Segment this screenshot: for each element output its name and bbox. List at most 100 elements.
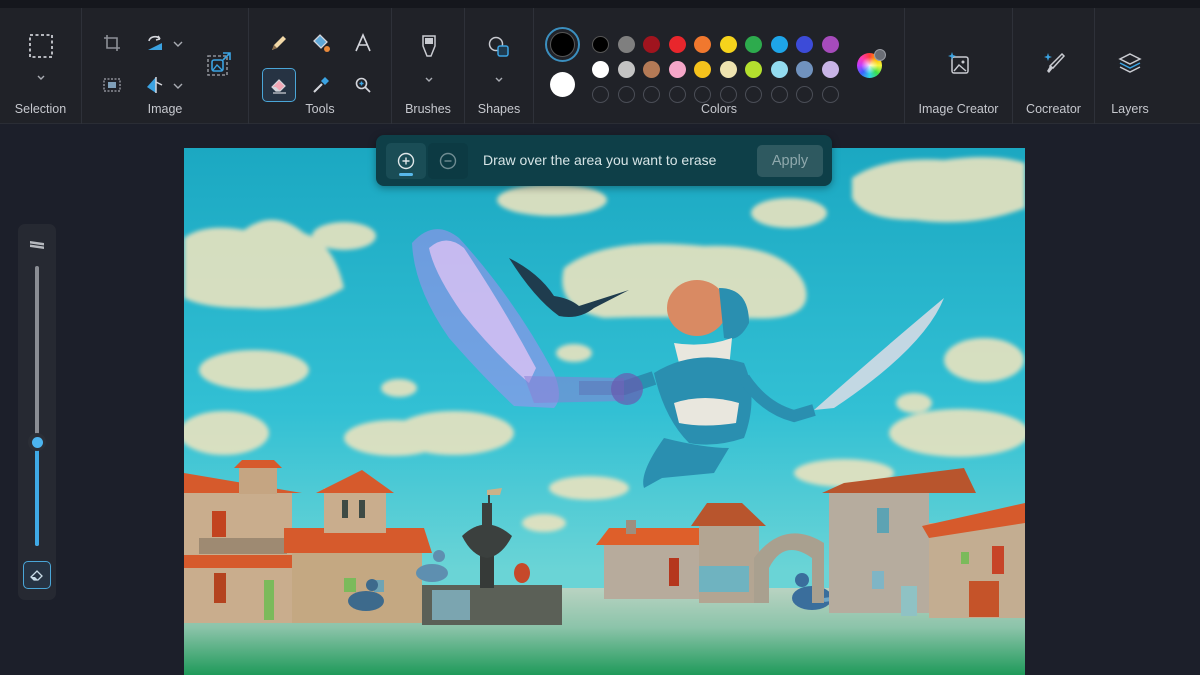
- color-swatch[interactable]: [770, 61, 788, 78]
- erase-instruction: Draw over the area you want to erase: [483, 152, 717, 168]
- chevron-down-icon: [495, 77, 503, 82]
- color-swatch[interactable]: [745, 36, 762, 53]
- flip-icon: [147, 77, 163, 93]
- color-swatch[interactable]: [719, 61, 737, 78]
- plus-circle-icon: [397, 152, 415, 170]
- color-swatch[interactable]: [796, 61, 813, 78]
- remove-area-button[interactable]: [428, 143, 468, 179]
- brush-size-slider[interactable]: [28, 266, 46, 546]
- image-sparkle-icon: [948, 52, 969, 74]
- custom-color-slot[interactable]: [719, 86, 737, 103]
- selection-button[interactable]: [24, 29, 58, 63]
- color-swatch[interactable]: [617, 36, 635, 53]
- magnifier-icon: [355, 77, 371, 93]
- resize-button[interactable]: [95, 68, 129, 102]
- custom-color-slot[interactable]: [770, 86, 788, 103]
- group-label-colors: Colors: [700, 102, 738, 116]
- remove-background-button[interactable]: [202, 47, 236, 81]
- dashed-rectangle-icon: [29, 34, 53, 58]
- rotate-dropdown[interactable]: [172, 38, 184, 50]
- custom-color-slot[interactable]: [796, 86, 813, 103]
- color-swatch[interactable]: [668, 61, 686, 78]
- shapes-dropdown[interactable]: [493, 74, 505, 86]
- group-label-layers: Layers: [1111, 102, 1149, 116]
- group-label-shapes: Shapes: [477, 102, 521, 116]
- brushes-dropdown[interactable]: [423, 74, 435, 86]
- crop-button[interactable]: [95, 26, 129, 60]
- color-swatch[interactable]: [821, 36, 839, 53]
- flip-dropdown[interactable]: [172, 80, 184, 92]
- resize-icon: [103, 78, 121, 92]
- primary-color[interactable]: [545, 27, 580, 62]
- custom-color-slot[interactable]: [745, 86, 762, 103]
- eraser-tool[interactable]: [262, 68, 296, 102]
- image-group: Image: [82, 8, 249, 124]
- remove-background-icon: [207, 52, 231, 76]
- flip-button[interactable]: [138, 68, 172, 102]
- cocreator-button[interactable]: [1037, 46, 1071, 80]
- rotate-icon: [148, 35, 162, 50]
- text-tool[interactable]: [346, 26, 380, 60]
- color-swatch[interactable]: [770, 36, 788, 53]
- pencil-tool[interactable]: [262, 26, 296, 60]
- layers-button[interactable]: [1113, 46, 1147, 80]
- color-swatch[interactable]: [745, 61, 762, 78]
- rotate-button[interactable]: [138, 26, 172, 60]
- pencil-icon: [272, 36, 286, 50]
- custom-color-slot[interactable]: [668, 86, 686, 103]
- chevron-down-icon: [173, 83, 183, 89]
- generative-erase-bar: Draw over the area you want to erase App…: [376, 135, 832, 186]
- apply-button[interactable]: Apply: [757, 145, 823, 177]
- canvas-image[interactable]: [184, 148, 1025, 675]
- magnifier-tool[interactable]: [346, 68, 380, 102]
- custom-color-slot[interactable]: [821, 86, 839, 103]
- color-swatch[interactable]: [694, 36, 711, 53]
- group-label-image: Image: [147, 102, 183, 116]
- fill-tool[interactable]: [304, 26, 338, 60]
- ribbon-toolbar: Selection Image Tools Brushes Shapes Col…: [0, 0, 1200, 124]
- group-label-tools: Tools: [305, 102, 335, 116]
- fill-bucket-icon: [313, 34, 330, 52]
- image-creator-button[interactable]: [942, 46, 976, 80]
- color-swatch[interactable]: [719, 36, 737, 53]
- tools-group: Tools: [249, 8, 392, 124]
- color-swatch[interactable]: [643, 36, 660, 53]
- active-mode-indicator: [399, 173, 413, 176]
- color-picker-tool[interactable]: [304, 68, 338, 102]
- shapes-icon: [488, 36, 509, 57]
- custom-color-slot[interactable]: [617, 86, 635, 103]
- minus-circle-icon: [439, 152, 457, 170]
- text-icon: [355, 33, 371, 52]
- slider-thumb[interactable]: [28, 433, 46, 452]
- layers-icon: [1118, 53, 1142, 73]
- custom-color-slot[interactable]: [694, 86, 711, 103]
- color-swatch[interactable]: [592, 36, 609, 53]
- brushes-button[interactable]: [412, 30, 446, 64]
- add-area-button[interactable]: [386, 143, 426, 179]
- custom-color-slot[interactable]: [592, 86, 609, 103]
- color-swatch[interactable]: [592, 61, 609, 78]
- eyedropper-icon: [313, 77, 329, 93]
- group-label-cocreator: Cocreator: [1026, 102, 1081, 116]
- color-swatch[interactable]: [668, 36, 686, 53]
- brush-size-panel: [18, 224, 56, 600]
- secondary-color[interactable]: [550, 72, 575, 97]
- shapes-button[interactable]: [482, 30, 516, 64]
- brush-icon: [422, 35, 436, 57]
- selection-group: Selection: [0, 8, 82, 124]
- custom-color-slot[interactable]: [643, 86, 660, 103]
- slider-fill: [35, 442, 39, 546]
- chevron-down-icon: [173, 41, 183, 47]
- color-swatch[interactable]: [821, 61, 839, 78]
- eraser-mode-button[interactable]: [23, 561, 51, 589]
- color-swatch[interactable]: [796, 36, 813, 53]
- group-label-selection: Selection: [14, 102, 67, 116]
- selection-dropdown[interactable]: [35, 72, 47, 84]
- shapes-group: Shapes: [465, 8, 534, 124]
- color-swatch[interactable]: [694, 61, 711, 78]
- color-swatch[interactable]: [643, 61, 660, 78]
- color-swatch[interactable]: [617, 61, 635, 78]
- primary-color-swatch: [550, 32, 575, 57]
- painting: [184, 148, 1025, 675]
- brush-size-icon: [29, 238, 45, 256]
